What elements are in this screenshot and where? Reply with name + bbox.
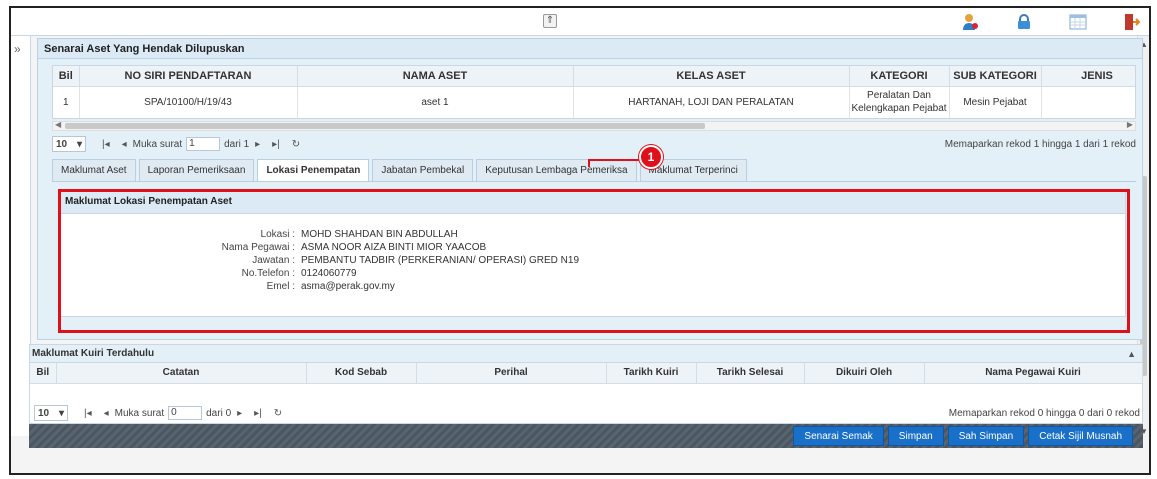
side-rail: » (11, 36, 31, 436)
col-header-nama-pegawai-kuiri[interactable]: Nama Pegawai Kuiri (924, 363, 1143, 384)
previous-queries-panel: Maklumat Kuiri Terdahulu ▲ Bil Catatan K… (29, 344, 1143, 424)
muka-surat-label: Muka surat (114, 407, 165, 419)
query-grid: Bil Catatan Kod Sebab Perihal Tarikh Kui… (30, 363, 1143, 384)
record-info: Memaparkan rekod 0 hingga 0 dari 0 rekod (948, 407, 1140, 419)
logout-icon[interactable] (1121, 11, 1143, 33)
action-bar: Senarai Semak Simpan Sah Simpan Cetak Si… (29, 424, 1143, 448)
col-header-tarikh-kuiri[interactable]: Tarikh Kuiri (606, 363, 697, 384)
col-header-kategori[interactable]: KATEGORI (849, 66, 950, 87)
col-header-dikuiri-oleh[interactable]: Dikuiri Oleh (804, 363, 925, 384)
cetak-sijil-musnah-button[interactable]: Cetak Sijil Musnah (1028, 426, 1133, 446)
expand-sidebar-button[interactable]: » (14, 42, 21, 56)
cell-kategori-line1: Peralatan Dan (867, 90, 931, 102)
page-number-input[interactable]: 1 (186, 137, 221, 151)
refresh-icon[interactable]: ↻ (274, 408, 282, 419)
tab-divider (52, 181, 1136, 182)
top-toolbar: ⇑ (11, 8, 1149, 36)
panel2-title-text: Maklumat Kuiri Terdahulu (32, 348, 155, 359)
collapse-header-button[interactable]: ⇑ (543, 14, 557, 28)
footer (11, 448, 1149, 473)
page-size-value: 10 (56, 138, 68, 150)
asset-pager: 10 ▾ |◂ ◂ Muka surat 1 dari 1 ▸ ▸| ↻ Mem… (52, 134, 1136, 154)
collapse-panel-icon[interactable]: ▲ (1127, 345, 1136, 363)
record-info: Memaparkan rekod 1 hingga 1 dari 1 rekod (944, 138, 1136, 150)
first-page-icon[interactable]: |◂ (102, 139, 110, 150)
col-header-catatan[interactable]: Catatan (56, 363, 307, 384)
cell-bil: 1 (53, 86, 80, 118)
cell-sub-kategori: Mesin Pejabat (949, 86, 1042, 118)
next-page-icon[interactable]: ▸ (255, 139, 260, 150)
col-header-bil[interactable]: Bil (53, 66, 80, 87)
col-header-perihal[interactable]: Perihal (416, 363, 607, 384)
page-size-value: 10 (38, 407, 50, 419)
prev-page-icon[interactable]: ◂ (122, 139, 127, 150)
col-header-kod-sebab[interactable]: Kod Sebab (306, 363, 417, 384)
action-buttons: Senarai Semak Simpan Sah Simpan Cetak Si… (793, 426, 1133, 446)
page-size-select[interactable]: 10 ▾ (52, 136, 86, 152)
cell-kelas-aset: HARTANAH, LOJI DAN PERALATAN (573, 86, 850, 118)
table-row[interactable]: 1 SPA/10100/H/19/43 aset 1 HARTANAH, LOJ… (53, 86, 1135, 118)
cell-kategori: Peralatan Dan Kelengkapan Pejabat (849, 86, 950, 118)
col-header-bil[interactable]: Bil (30, 363, 57, 384)
callout-badge: 1 (639, 145, 663, 169)
asset-grid: Bil NO SIRI PENDAFTARAN NAMA ASET KELAS … (52, 65, 1136, 119)
last-page-icon[interactable]: ▸| (254, 408, 262, 419)
muka-surat-label: Muka surat (132, 138, 183, 150)
prev-page-icon[interactable]: ◂ (104, 408, 109, 419)
col-header-sub-kategori[interactable]: SUB KATEGORI (949, 66, 1042, 87)
simpan-button[interactable]: Simpan (887, 426, 944, 446)
highlight-box (58, 189, 1130, 333)
refresh-icon[interactable]: ↻ (292, 139, 300, 150)
col-header-nama-aset[interactable]: NAMA ASET (297, 66, 574, 87)
sah-simpan-button[interactable]: Sah Simpan (947, 426, 1025, 446)
lock-icon[interactable] (1013, 11, 1035, 33)
next-page-icon[interactable]: ▸ (237, 408, 242, 419)
query-pager: 10 ▾ |◂ ◂ Muka surat 0 dari 0 ▸ ▸| ↻ Mem… (34, 403, 1140, 423)
chevron-down-icon: ▾ (76, 138, 82, 150)
cell-no-siri: SPA/10100/H/19/43 (79, 86, 298, 118)
col-header-jenis[interactable]: JENIS (1041, 66, 1135, 87)
scroll-right-arrow-icon[interactable]: ▶ (1127, 120, 1133, 129)
page-size-select[interactable]: 10 ▾ (34, 405, 68, 421)
chevron-down-icon: ▾ (58, 407, 64, 419)
hscrollbar-thumb[interactable] (65, 123, 705, 129)
tab-maklumat-aset[interactable]: Maklumat Aset (52, 159, 136, 181)
top-icon-group (927, 11, 1143, 33)
col-header-tarikh-selesai[interactable]: Tarikh Selesai (696, 363, 805, 384)
tab-laporan-pemeriksaan[interactable]: Laporan Pemeriksaan (138, 159, 255, 181)
tab-jabatan-pembekal[interactable]: Jabatan Pembekal (372, 159, 474, 181)
last-page-icon[interactable]: ▸| (272, 139, 280, 150)
panel-title: Senarai Aset Yang Hendak Dilupuskan (38, 39, 1142, 59)
horizontal-scrollbar[interactable]: ◀ ▶ (52, 120, 1136, 131)
col-header-no-siri[interactable]: NO SIRI PENDAFTARAN (79, 66, 298, 87)
scroll-left-arrow-icon[interactable]: ◀ (55, 120, 61, 129)
cell-jenis (1041, 86, 1135, 118)
calendar-icon[interactable] (1067, 11, 1089, 33)
user-icon[interactable] (959, 11, 981, 33)
cell-kategori-line2: Kelengkapan Pejabat (851, 103, 947, 115)
tab-lokasi-penempatan[interactable]: Lokasi Penempatan (257, 159, 370, 182)
page-total-label: dari 0 (206, 407, 232, 419)
page-number-input[interactable]: 0 (168, 406, 203, 420)
panel-title: Maklumat Kuiri Terdahulu ▲ (30, 345, 1142, 363)
senarai-semak-button[interactable]: Senarai Semak (793, 426, 884, 446)
cell-nama-aset: aset 1 (297, 86, 574, 118)
col-header-kelas-aset[interactable]: KELAS ASET (573, 66, 850, 87)
app-window: ⇑ » ▲ ▼ Senarai Aset Yang Hendak Dilupus… (9, 6, 1151, 475)
page-total-label: dari 1 (224, 138, 250, 150)
first-page-icon[interactable]: |◂ (84, 408, 92, 419)
